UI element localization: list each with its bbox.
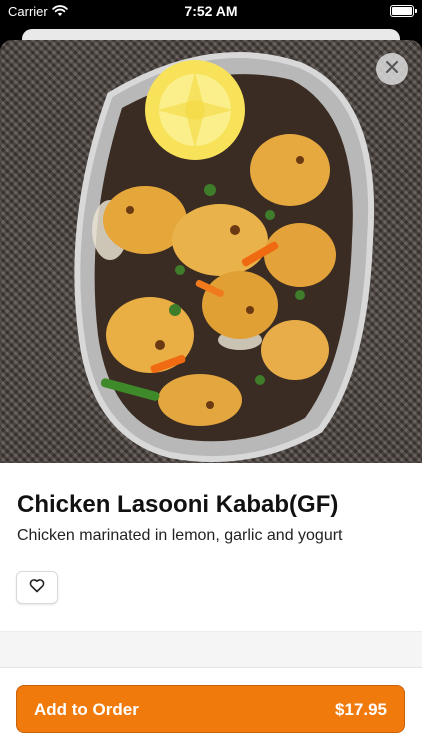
item-photo	[0, 40, 422, 463]
close-button[interactable]	[376, 53, 408, 85]
order-price: $17.95	[335, 700, 387, 719]
status-time: 7:52 AM	[184, 3, 238, 19]
favorite-button[interactable]	[16, 571, 58, 604]
section-divider	[0, 631, 422, 668]
item-title: Chicken Lasooni Kabab(GF)	[17, 491, 339, 518]
close-icon	[385, 60, 399, 79]
food-photo-illustration	[74, 52, 375, 463]
bottom-bar: Add to Order $17.95	[0, 667, 422, 751]
item-description: Chicken marinated in lemon, garlic and y…	[17, 527, 343, 544]
add-to-order-button[interactable]: Add to Order $17.95	[16, 685, 405, 733]
item-details: Chicken Lasooni Kabab(GF) Chicken marina…	[0, 463, 422, 631]
status-bar: Carrier 7:52 AM	[0, 0, 422, 24]
add-to-order-label: Add to Order	[34, 700, 139, 719]
battery-icon	[390, 5, 417, 17]
heart-outline-icon	[29, 578, 45, 598]
